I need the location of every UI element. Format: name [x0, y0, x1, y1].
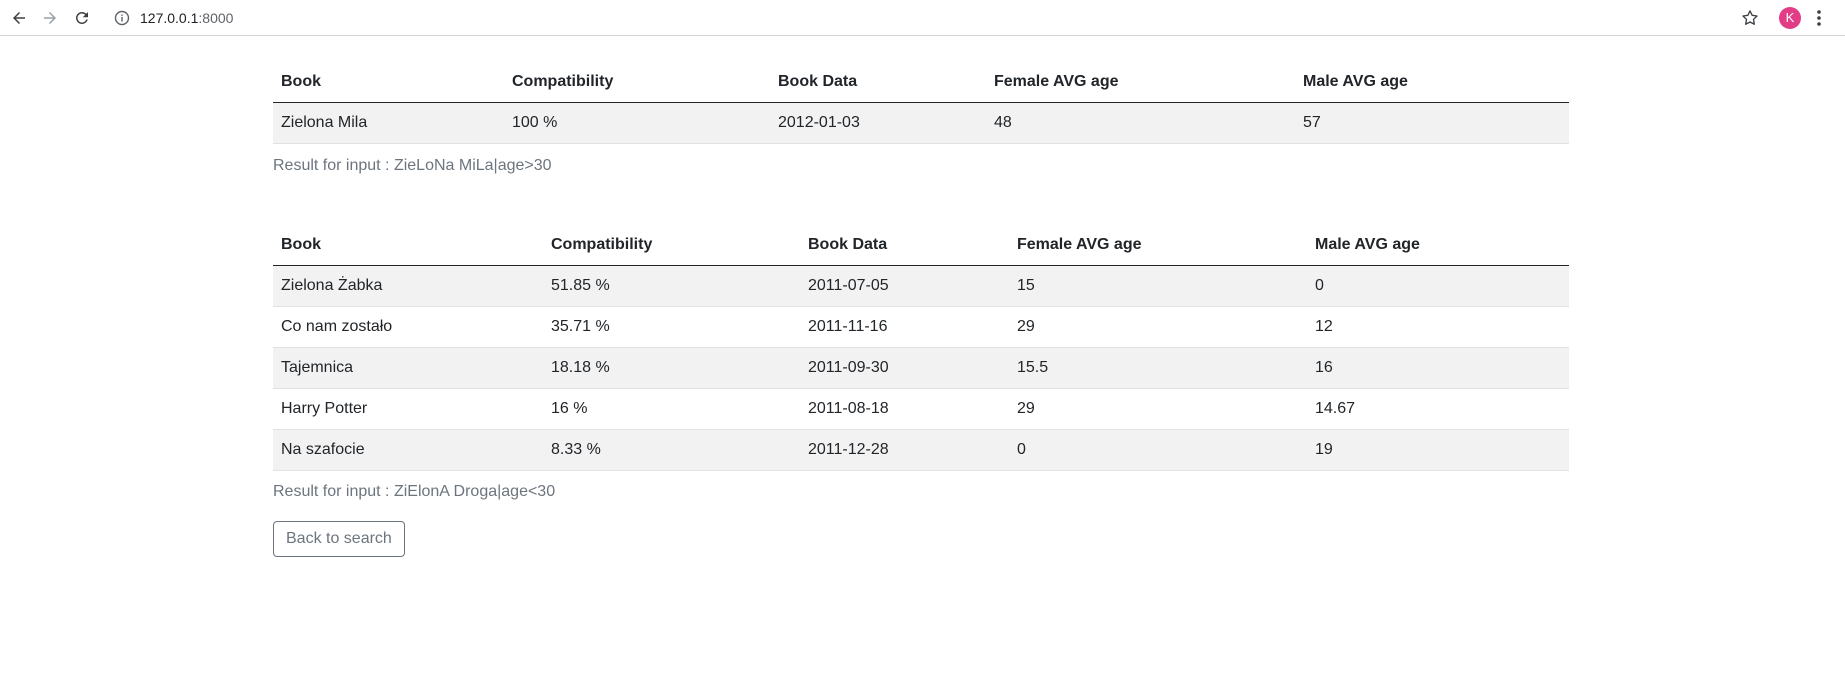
header-book-data: Book Data	[770, 61, 986, 103]
kebab-menu-icon[interactable]	[1815, 8, 1823, 28]
cell-book: Zielona Mila	[273, 102, 504, 144]
url-host: 127.0.0.1	[140, 10, 199, 26]
cell-male-avg-age: 0	[1307, 265, 1569, 307]
table-row: Zielona Żabka 51.85 % 2011-07-05 15 0	[273, 265, 1569, 307]
header-book-data: Book Data	[800, 224, 1009, 266]
cell-compatibility: 100 %	[504, 102, 770, 144]
url-port: :8000	[198, 10, 234, 26]
cell-male-avg-age: 19	[1307, 429, 1569, 471]
result-caption-2: Result for input : ZiElonA Droga|age<30	[273, 483, 556, 500]
header-male-avg-age: Male AVG age	[1295, 61, 1569, 103]
back-to-search-button[interactable]: Back to search	[273, 521, 405, 557]
cell-book-data: 2011-08-18	[800, 388, 1009, 430]
header-female-avg-age: Female AVG age	[1009, 224, 1307, 266]
address-bar[interactable]: 127.0.0.1:8000	[108, 4, 1728, 32]
cell-book-data: 2011-07-05	[800, 265, 1009, 307]
url-text[interactable]: 127.0.0.1:8000	[140, 10, 233, 26]
star-icon[interactable]	[1740, 8, 1760, 28]
cell-compatibility: 8.33 %	[543, 429, 800, 471]
header-book: Book	[273, 61, 504, 103]
cell-compatibility: 35.71 %	[543, 306, 800, 348]
cell-book-data: 2012-01-03	[770, 102, 986, 144]
table-header-row: Book Compatibility Book Data Female AVG …	[273, 224, 1569, 266]
table-row: Co nam zostało 35.71 % 2011-11-16 29 12	[273, 306, 1569, 348]
back-arrow-icon[interactable]	[7, 6, 31, 30]
result-caption-1: Result for input : ZieLoNa MiLa|age>30	[273, 157, 552, 174]
header-book: Book	[273, 224, 543, 266]
cell-male-avg-age: 12	[1307, 306, 1569, 348]
results-table-2: Book Compatibility Book Data Female AVG …	[273, 224, 1569, 471]
table-header-row: Book Compatibility Book Data Female AVG …	[273, 61, 1569, 103]
table-row: Zielona Mila 100 % 2012-01-03 48 57	[273, 102, 1569, 144]
header-female-avg-age: Female AVG age	[986, 61, 1295, 103]
results-table-1: Book Compatibility Book Data Female AVG …	[273, 61, 1569, 144]
cell-compatibility: 18.18 %	[543, 347, 800, 389]
cell-male-avg-age: 57	[1295, 102, 1569, 144]
cell-book: Na szafocie	[273, 429, 543, 471]
cell-female-avg-age: 29	[1009, 388, 1307, 430]
cell-book-data: 2011-11-16	[800, 306, 1009, 348]
cell-female-avg-age: 15	[1009, 265, 1307, 307]
cell-female-avg-age: 48	[986, 102, 1295, 144]
header-compatibility: Compatibility	[543, 224, 800, 266]
reload-icon[interactable]	[70, 6, 94, 30]
cell-compatibility: 51.85 %	[543, 265, 800, 307]
cell-book: Harry Potter	[273, 388, 543, 430]
cell-compatibility: 16 %	[543, 388, 800, 430]
forward-arrow-icon[interactable]	[38, 6, 62, 30]
cell-female-avg-age: 29	[1009, 306, 1307, 348]
cell-female-avg-age: 0	[1009, 429, 1307, 471]
cell-book-data: 2011-12-28	[800, 429, 1009, 471]
info-icon[interactable]	[114, 10, 130, 26]
header-compatibility: Compatibility	[504, 61, 770, 103]
cell-male-avg-age: 14.67	[1307, 388, 1569, 430]
table-row: Na szafocie 8.33 % 2011-12-28 0 19	[273, 429, 1569, 471]
cell-male-avg-age: 16	[1307, 347, 1569, 389]
header-male-avg-age: Male AVG age	[1307, 224, 1569, 266]
cell-book-data: 2011-09-30	[800, 347, 1009, 389]
cell-female-avg-age: 15.5	[1009, 347, 1307, 389]
browser-toolbar: 127.0.0.1:8000 K	[0, 0, 1845, 36]
table-row: Harry Potter 16 % 2011-08-18 29 14.67	[273, 388, 1569, 430]
cell-book: Zielona Żabka	[273, 265, 543, 307]
cell-book: Tajemnica	[273, 347, 543, 389]
table-row: Tajemnica 18.18 % 2011-09-30 15.5 16	[273, 347, 1569, 389]
results-content: Book Compatibility Book Data Female AVG …	[273, 36, 1569, 557]
cell-book: Co nam zostało	[273, 306, 543, 348]
profile-avatar[interactable]: K	[1779, 7, 1801, 29]
